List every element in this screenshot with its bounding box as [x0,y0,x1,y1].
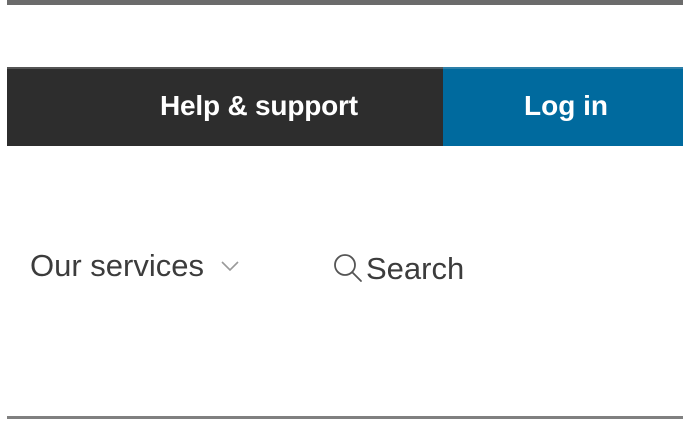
top-divider [7,0,683,5]
our-services-menu[interactable]: Our services [30,248,240,284]
search-link[interactable]: Search [332,248,464,289]
search-icon [332,252,364,289]
help-support-link[interactable]: Help & support [7,67,443,146]
help-support-label: Help & support [160,90,358,121]
bottom-divider [7,416,683,419]
main-navigation: Our services Search [7,243,683,293]
search-label: Search [366,250,465,286]
our-services-label: Our services [30,248,204,283]
login-label: Log in [524,90,608,121]
login-button[interactable]: Log in [443,67,683,146]
chevron-down-icon [220,259,240,277]
utility-bar: Help & support Log in [7,67,683,146]
